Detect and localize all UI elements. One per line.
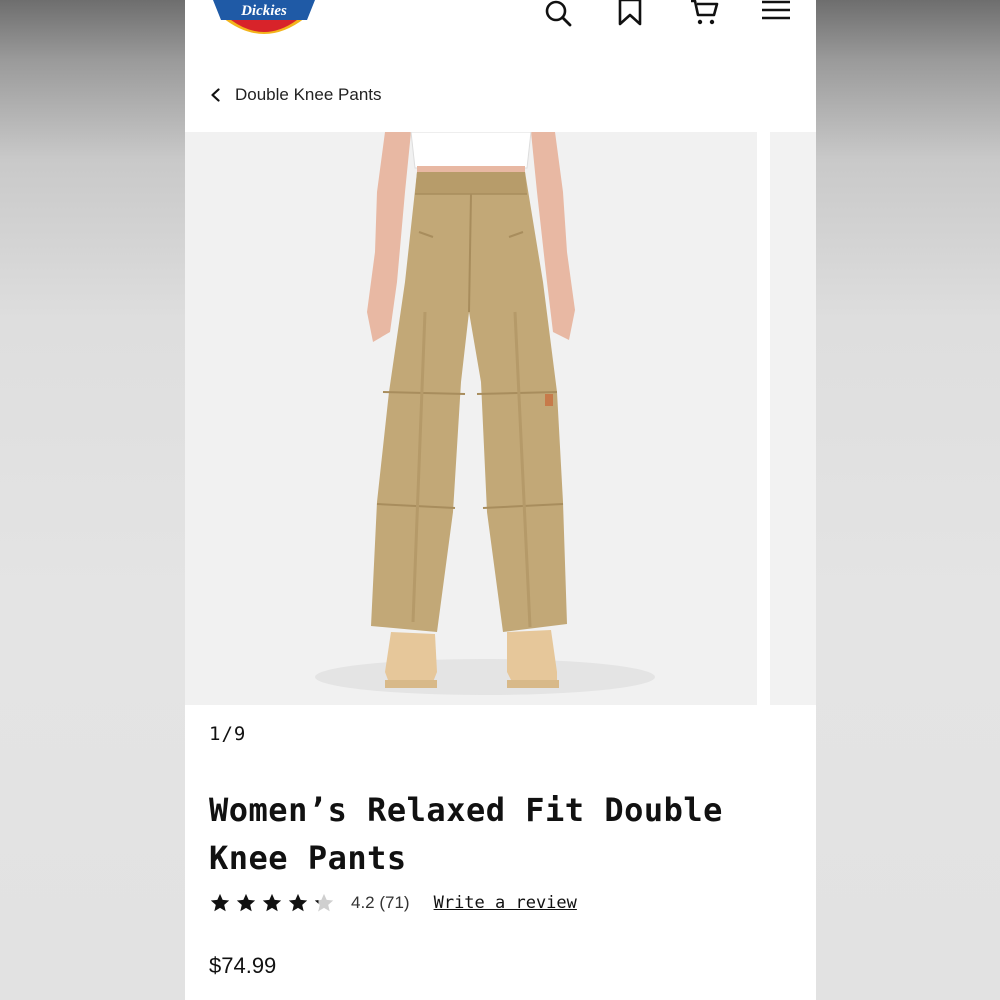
breadcrumb-back[interactable]: Double Knee Pants xyxy=(209,83,382,107)
cart-icon[interactable] xyxy=(689,0,719,28)
product-price: $74.99 xyxy=(209,953,277,978)
search-icon[interactable] xyxy=(543,0,573,28)
product-image[interactable] xyxy=(185,132,757,705)
next-product-image-peek[interactable] xyxy=(770,132,816,705)
breadcrumb-label: Double Knee Pants xyxy=(235,85,382,104)
menu-icon[interactable] xyxy=(761,0,791,28)
rating-stars xyxy=(209,892,339,914)
left-backdrop xyxy=(0,0,185,1000)
star-filled-icon xyxy=(236,893,256,912)
dickies-logo[interactable]: Dickies xyxy=(209,0,319,40)
logo-wordmark: Dickies xyxy=(240,3,287,19)
star-filled-icon xyxy=(262,893,282,912)
right-backdrop xyxy=(816,0,1000,1000)
rating-value: 4.2 (71) xyxy=(351,893,410,912)
star-partial-icon xyxy=(314,893,334,912)
product-gallery[interactable] xyxy=(185,132,816,705)
star-filled-icon xyxy=(210,893,230,912)
product-page: Dickies Double Knee Pants 1/9 Women’s Re… xyxy=(185,0,816,1000)
write-review-link[interactable]: Write a review xyxy=(434,893,577,913)
product-title: Women’s Relaxed Fit Double Knee Pants xyxy=(209,791,723,877)
bookmark-icon[interactable] xyxy=(615,0,645,28)
gallery-counter: 1/9 xyxy=(209,723,247,745)
star-filled-icon xyxy=(288,893,308,912)
product-rating: 4.2 (71) Write a review xyxy=(209,890,577,916)
chevron-left-icon xyxy=(211,88,220,102)
